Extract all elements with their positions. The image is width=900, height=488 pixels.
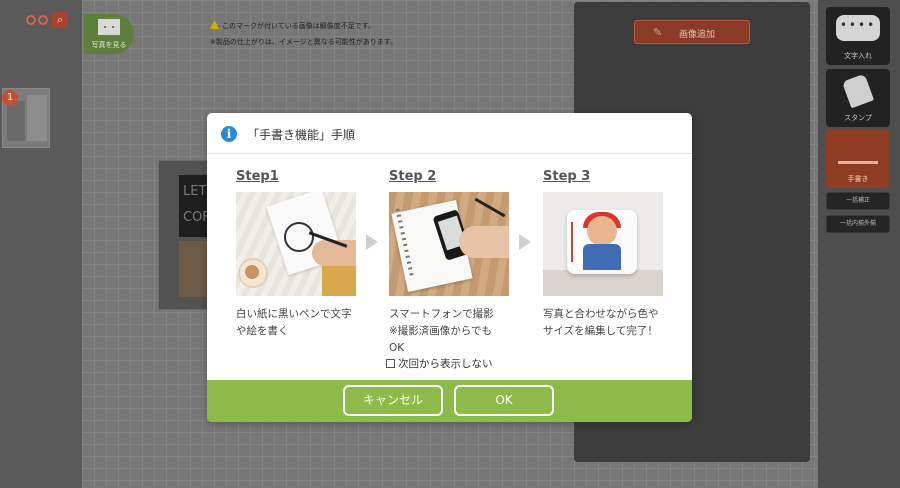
handwriting-tool-button[interactable]: 手書き <box>826 130 890 188</box>
step-2: Step 2 スマートフォンで撮影 ※撮影済画像からでも OK <box>389 169 511 357</box>
step-3-description: 写真と合わせながら色や サイズを編集して完了！ <box>543 306 665 340</box>
dialog-title: 「手書き機能」手順 <box>247 127 356 142</box>
dialog-footer: キャンセル OK <box>207 380 692 422</box>
step-2-image <box>389 192 509 296</box>
notice-line-2: ※製品の仕上がりは、イメージと異なる可能性があります。 <box>210 38 398 46</box>
handwriting-tool-label: 手書き <box>847 175 869 183</box>
text-tool-button[interactable]: •••• 文字入れ <box>826 7 890 65</box>
step-2-desc-line-3: OK <box>389 342 405 354</box>
stamp-tool-button[interactable]: スタンプ <box>826 69 890 127</box>
handwriting-guide-dialog: i 「手書き機能」手順 Step1 白い紙に黒いペンで文字 や絵を書く Step… <box>207 113 692 422</box>
dialog-divider <box>207 153 692 154</box>
step-3-desc-line-1: 写真と合わせながら色や <box>543 308 659 320</box>
left-panel: ⌕ 1 <box>0 0 82 488</box>
dont-show-again-label: 次回から表示しない <box>398 358 493 370</box>
text-tool-label: 文字入れ <box>844 52 872 60</box>
step-1: Step1 白い紙に黒いペンで文字 や絵を書く <box>236 169 358 340</box>
step-3: Step 3 写真と合わせながら色や サイズを編集して完了！ <box>543 169 665 340</box>
stamp-tool-label: スタンプ <box>844 114 872 122</box>
arrow-right-icon <box>519 234 531 250</box>
stamp-icon <box>841 73 875 109</box>
info-icon: i <box>221 126 237 142</box>
dont-show-again-checkbox[interactable] <box>386 359 395 368</box>
handwriting-icon <box>838 140 878 164</box>
speech-bubble-icon: •••• <box>836 15 880 41</box>
notice-line-1: このマークが付いている画像は解像度不足です。 <box>222 22 376 30</box>
step-3-image <box>543 192 663 296</box>
bulk-align-button[interactable]: 一括内揃外揃 <box>826 215 890 233</box>
thumbnail-count-badge: 1 <box>2 90 18 106</box>
dont-show-again-option[interactable]: 次回から表示しない <box>386 356 493 371</box>
view-photos-button[interactable]: 写真を見る <box>84 14 134 54</box>
cancel-button[interactable]: キャンセル <box>343 385 443 416</box>
logo: ⌕ <box>26 12 70 30</box>
step-2-title: Step 2 <box>389 169 437 184</box>
grid-icon <box>98 19 120 35</box>
step-1-description: 白い紙に黒いペンで文字 や絵を書く <box>236 306 358 340</box>
step-1-desc-line-2: や絵を書く <box>236 325 289 337</box>
add-image-icon: ✎ <box>653 26 663 39</box>
add-image-label: 画像追加 <box>679 30 716 40</box>
step-1-title: Step1 <box>236 169 279 184</box>
step-1-desc-line-1: 白い紙に黒いペンで文字 <box>236 308 352 320</box>
ok-button[interactable]: OK <box>454 385 554 416</box>
warning-icon <box>210 20 219 29</box>
bulk-correct-button[interactable]: 一括補正 <box>826 192 890 210</box>
resolution-notice: このマークが付いている画像は解像度不足です。 ※製品の仕上がりは、イメージと異な… <box>210 18 397 50</box>
step-3-title: Step 3 <box>543 169 591 184</box>
dialog-header: i 「手書き機能」手順 <box>221 124 355 144</box>
step-2-desc-line-1: スマートフォンで撮影 <box>389 308 494 320</box>
step-1-image <box>236 192 356 296</box>
step-2-description: スマートフォンで撮影 ※撮影済画像からでも OK <box>389 306 511 357</box>
arrow-right-icon <box>366 234 378 250</box>
view-photos-label: 写真を見る <box>91 41 127 49</box>
add-image-button[interactable]: ✎ 画像追加 <box>634 20 750 44</box>
step-2-desc-line-2: ※撮影済画像からでも <box>389 325 492 337</box>
zoom-icon[interactable]: ⌕ <box>52 12 68 28</box>
step-3-desc-line-2: サイズを編集して完了！ <box>543 325 658 337</box>
